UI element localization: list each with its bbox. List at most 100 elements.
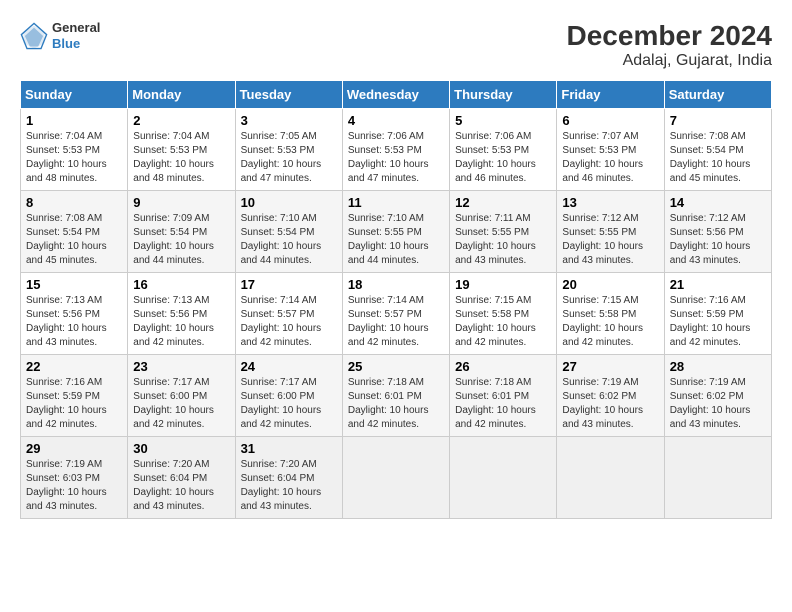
day-info: Sunrise: 7:19 AM Sunset: 6:03 PM Dayligh…: [26, 458, 122, 514]
day-info: Sunrise: 7:15 AM Sunset: 5:58 PM Dayligh…: [455, 294, 551, 350]
day-number: 21: [670, 277, 766, 292]
header-thursday: Thursday: [450, 81, 557, 109]
calendar-cell: 13Sunrise: 7:12 AM Sunset: 5:55 PM Dayli…: [557, 191, 664, 273]
calendar-cell: 2Sunrise: 7:04 AM Sunset: 5:53 PM Daylig…: [128, 109, 235, 191]
day-number: 3: [241, 113, 337, 128]
logo-text: General Blue: [52, 20, 100, 51]
day-info: Sunrise: 7:06 AM Sunset: 5:53 PM Dayligh…: [348, 130, 444, 186]
calendar-cell: 15Sunrise: 7:13 AM Sunset: 5:56 PM Dayli…: [21, 273, 128, 355]
day-info: Sunrise: 7:20 AM Sunset: 6:04 PM Dayligh…: [133, 458, 229, 514]
day-number: 26: [455, 359, 551, 374]
calendar-cell: 23 Sunrise: 7:17 AM Sunset: 6:00 PM Dayli…: [128, 355, 235, 437]
calendar-week-1: 1Sunrise: 7:04 AM Sunset: 5:53 PM Daylig…: [21, 109, 772, 191]
day-number: 23: [133, 359, 229, 374]
calendar-cell: 6Sunrise: 7:07 AM Sunset: 5:53 PM Daylig…: [557, 109, 664, 191]
calendar-week-3: 15 Sunrise: 7:13 AM Sunset: 5:56 PM Dayli…: [21, 273, 772, 355]
header-sunday: Sunday: [21, 81, 128, 109]
calendar-table: Sunday Monday Tuesday Wednesday Thursday…: [20, 80, 772, 519]
day-info: Sunrise: 7:16 AM Sunset: 5:59 PM Dayligh…: [670, 294, 766, 350]
day-info: Sunrise: 7:20 AM Sunset: 6:04 PM Dayligh…: [241, 458, 337, 514]
day-info: Sunrise: 7:14 AM Sunset: 5:57 PM Dayligh…: [348, 294, 444, 350]
calendar-cell: 22 Sunrise: 7:16 AM Sunset: 5:59 PM Dayli…: [21, 355, 128, 437]
day-info: Sunrise: 7:15 AM Sunset: 5:58 PM Dayligh…: [562, 294, 658, 350]
calendar-cell: 8Sunrise: 7:08 AM Sunset: 5:54 PM Daylig…: [21, 191, 128, 273]
day-info: Sunrise: 7:17 AM Sunset: 6:00 PM Dayligh…: [241, 376, 337, 432]
day-info: Sunrise: 7:09 AM Sunset: 5:54 PM Dayligh…: [133, 212, 229, 268]
day-number: 6: [562, 113, 658, 128]
calendar-cell: 24 Sunrise: 7:17 AM Sunset: 6:00 PM Dayli…: [235, 355, 342, 437]
logo: General Blue: [20, 20, 100, 51]
calendar-cell: [557, 437, 664, 519]
calendar-cell: 21 Sunrise: 7:16 AM Sunset: 5:59 PM Dayli…: [664, 273, 771, 355]
day-number: 4: [348, 113, 444, 128]
logo-line2: Blue: [52, 36, 100, 52]
calendar-cell: 30 Sunrise: 7:20 AM Sunset: 6:04 PM Dayli…: [128, 437, 235, 519]
calendar-cell: 29 Sunrise: 7:19 AM Sunset: 6:03 PM Dayli…: [21, 437, 128, 519]
day-info: Sunrise: 7:18 AM Sunset: 6:01 PM Dayligh…: [348, 376, 444, 432]
day-info: Sunrise: 7:13 AM Sunset: 5:56 PM Dayligh…: [133, 294, 229, 350]
header-friday: Friday: [557, 81, 664, 109]
day-info: Sunrise: 7:10 AM Sunset: 5:55 PM Dayligh…: [348, 212, 444, 268]
day-info: Sunrise: 7:12 AM Sunset: 5:56 PM Dayligh…: [670, 212, 766, 268]
header-monday: Monday: [128, 81, 235, 109]
calendar-cell: 14 Sunrise: 7:12 AM Sunset: 5:56 PM Dayli…: [664, 191, 771, 273]
day-number: 28: [670, 359, 766, 374]
calendar-cell: [664, 437, 771, 519]
day-number: 24: [241, 359, 337, 374]
day-info: Sunrise: 7:04 AM Sunset: 5:53 PM Dayligh…: [133, 130, 229, 186]
day-info: Sunrise: 7:08 AM Sunset: 5:54 PM Dayligh…: [26, 212, 122, 268]
day-number: 17: [241, 277, 337, 292]
day-info: Sunrise: 7:12 AM Sunset: 5:55 PM Dayligh…: [562, 212, 658, 268]
calendar-cell: 28 Sunrise: 7:19 AM Sunset: 6:02 PM Dayli…: [664, 355, 771, 437]
day-number: 29: [26, 441, 122, 456]
page-header: General Blue December 2024 Adalaj, Gujar…: [20, 20, 772, 70]
calendar-cell: 20Sunrise: 7:15 AM Sunset: 5:58 PM Dayli…: [557, 273, 664, 355]
day-number: 30: [133, 441, 229, 456]
day-number: 10: [241, 195, 337, 210]
calendar-cell: 19 Sunrise: 7:15 AM Sunset: 5:58 PM Dayli…: [450, 273, 557, 355]
calendar-cell: 7 Sunrise: 7:08 AM Sunset: 5:54 PM Daylig…: [664, 109, 771, 191]
calendar-week-4: 22 Sunrise: 7:16 AM Sunset: 5:59 PM Dayli…: [21, 355, 772, 437]
day-number: 16: [133, 277, 229, 292]
day-info: Sunrise: 7:16 AM Sunset: 5:59 PM Dayligh…: [26, 376, 122, 432]
calendar-cell: 12 Sunrise: 7:11 AM Sunset: 5:55 PM Dayli…: [450, 191, 557, 273]
day-info: Sunrise: 7:19 AM Sunset: 6:02 PM Dayligh…: [562, 376, 658, 432]
calendar-cell: [450, 437, 557, 519]
day-info: Sunrise: 7:06 AM Sunset: 5:53 PM Dayligh…: [455, 130, 551, 186]
day-number: 7: [670, 113, 766, 128]
day-info: Sunrise: 7:11 AM Sunset: 5:55 PM Dayligh…: [455, 212, 551, 268]
calendar-subtitle: Adalaj, Gujarat, India: [567, 52, 772, 70]
day-number: 12: [455, 195, 551, 210]
day-number: 14: [670, 195, 766, 210]
day-info: Sunrise: 7:17 AM Sunset: 6:00 PM Dayligh…: [133, 376, 229, 432]
day-number: 25: [348, 359, 444, 374]
calendar-cell: 18 Sunrise: 7:14 AM Sunset: 5:57 PM Dayli…: [342, 273, 449, 355]
header-tuesday: Tuesday: [235, 81, 342, 109]
day-info: Sunrise: 7:19 AM Sunset: 6:02 PM Dayligh…: [670, 376, 766, 432]
calendar-cell: 4 Sunrise: 7:06 AM Sunset: 5:53 PM Daylig…: [342, 109, 449, 191]
calendar-cell: 26 Sunrise: 7:18 AM Sunset: 6:01 PM Dayli…: [450, 355, 557, 437]
day-number: 19: [455, 277, 551, 292]
day-info: Sunrise: 7:08 AM Sunset: 5:54 PM Dayligh…: [670, 130, 766, 186]
calendar-week-5: 29 Sunrise: 7:19 AM Sunset: 6:03 PM Dayli…: [21, 437, 772, 519]
calendar-cell: 25 Sunrise: 7:18 AM Sunset: 6:01 PM Dayli…: [342, 355, 449, 437]
day-info: Sunrise: 7:18 AM Sunset: 6:01 PM Dayligh…: [455, 376, 551, 432]
day-number: 15: [26, 277, 122, 292]
calendar-cell: 1Sunrise: 7:04 AM Sunset: 5:53 PM Daylig…: [21, 109, 128, 191]
calendar-cell: 10 Sunrise: 7:10 AM Sunset: 5:54 PM Dayli…: [235, 191, 342, 273]
calendar-cell: 16 Sunrise: 7:13 AM Sunset: 5:56 PM Dayli…: [128, 273, 235, 355]
day-number: 9: [133, 195, 229, 210]
day-info: Sunrise: 7:14 AM Sunset: 5:57 PM Dayligh…: [241, 294, 337, 350]
day-number: 5: [455, 113, 551, 128]
day-info: Sunrise: 7:10 AM Sunset: 5:54 PM Dayligh…: [241, 212, 337, 268]
calendar-title: December 2024: [567, 20, 772, 52]
day-number: 22: [26, 359, 122, 374]
day-info: Sunrise: 7:04 AM Sunset: 5:53 PM Dayligh…: [26, 130, 122, 186]
calendar-cell: 27Sunrise: 7:19 AM Sunset: 6:02 PM Dayli…: [557, 355, 664, 437]
day-number: 18: [348, 277, 444, 292]
logo-icon: [20, 22, 48, 50]
weekday-header-row: Sunday Monday Tuesday Wednesday Thursday…: [21, 81, 772, 109]
day-number: 11: [348, 195, 444, 210]
title-block: December 2024 Adalaj, Gujarat, India: [567, 20, 772, 70]
calendar-cell: [342, 437, 449, 519]
